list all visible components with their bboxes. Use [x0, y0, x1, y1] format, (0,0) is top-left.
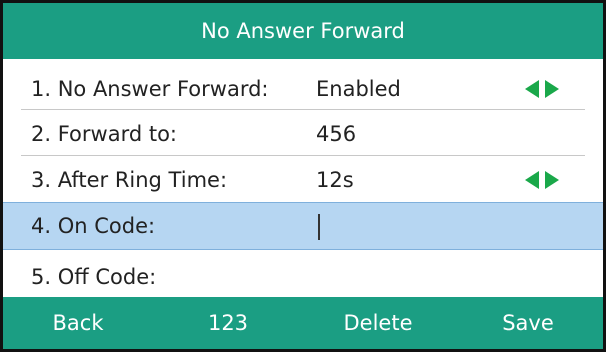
setting-row-forward-to[interactable]: 2. Forward to: 456 [3, 110, 603, 158]
delete-softkey[interactable]: Delete [303, 297, 453, 349]
setting-row-no-answer-forward[interactable]: 1. No Answer Forward: Enabled [3, 65, 603, 113]
setting-label: 5. Off Code: [31, 265, 157, 289]
input-mode-softkey[interactable]: 123 [153, 297, 303, 349]
back-softkey[interactable]: Back [3, 297, 153, 349]
title-bar: No Answer Forward [3, 3, 603, 59]
setting-label: 3. After Ring Time: [31, 168, 228, 192]
left-arrow-icon[interactable] [525, 80, 539, 98]
phone-screen: No Answer Forward 1. No Answer Forward: … [0, 0, 606, 352]
setting-row-on-code[interactable]: 4. On Code: [3, 202, 603, 250]
left-right-arrow-icon[interactable] [525, 80, 559, 98]
setting-label: 2. Forward to: [31, 122, 177, 146]
setting-label: 4. On Code: [31, 214, 156, 238]
setting-label: 1. No Answer Forward: [31, 77, 269, 101]
softkey-bar: Back 123 Delete Save [3, 297, 603, 349]
setting-row-after-ring-time[interactable]: 3. After Ring Time: 12s [3, 156, 603, 204]
setting-value: 456 [316, 122, 357, 146]
text-cursor [318, 214, 320, 240]
left-right-arrow-icon[interactable] [525, 171, 559, 189]
save-softkey[interactable]: Save [453, 297, 603, 349]
setting-row-off-code[interactable]: 5. Off Code: [3, 253, 603, 301]
right-arrow-icon[interactable] [545, 171, 559, 189]
right-arrow-icon[interactable] [545, 80, 559, 98]
left-arrow-icon[interactable] [525, 171, 539, 189]
page-title: No Answer Forward [201, 19, 405, 43]
setting-value: Enabled [316, 77, 401, 101]
setting-value: 12s [316, 168, 354, 192]
